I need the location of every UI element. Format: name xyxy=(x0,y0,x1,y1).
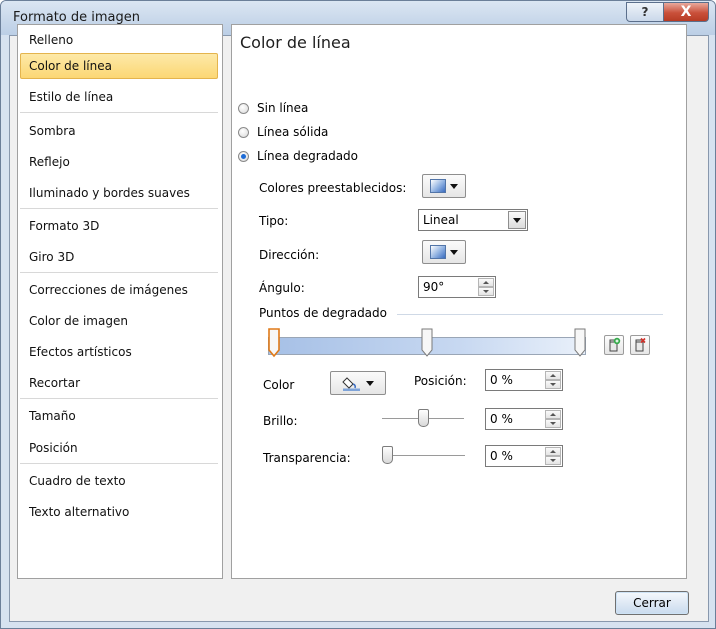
category-sidebar: Relleno Color de línea Estilo de línea S… xyxy=(17,24,223,579)
radio-label: Línea sólida xyxy=(257,125,329,139)
radio-sin-linea[interactable]: Sin línea xyxy=(238,101,308,115)
preset-colors-label: Colores preestablecidos: xyxy=(259,181,407,195)
type-label: Tipo: xyxy=(259,214,289,228)
radio-linea-degradado[interactable]: Línea degradado xyxy=(238,149,358,163)
transparency-slider-thumb[interactable] xyxy=(382,446,393,464)
sidebar-divider xyxy=(20,112,218,113)
close-button[interactable]: Cerrar xyxy=(615,591,689,615)
gradient-stops-label: Puntos de degradado xyxy=(259,306,387,320)
close-icon: X xyxy=(680,4,692,20)
radio-button[interactable] xyxy=(238,102,249,114)
sidebar-item-iluminado[interactable]: Iluminado y bordes suaves xyxy=(20,180,218,206)
sidebar-item-tamano[interactable]: Tamaño xyxy=(20,403,218,429)
sidebar-item-efectos-artisticos[interactable]: Efectos artísticos xyxy=(20,339,218,365)
sidebar-item-correcciones[interactable]: Correcciones de imágenes xyxy=(20,277,218,303)
sidebar-item-reflejo[interactable]: Reflejo xyxy=(20,149,218,175)
remove-gradient-stop-button[interactable] xyxy=(630,335,650,355)
spin-up-icon[interactable] xyxy=(545,447,561,456)
gradient-stop-marker[interactable] xyxy=(421,328,433,357)
position-label: Posición: xyxy=(414,374,467,388)
add-gradient-stop-button[interactable] xyxy=(604,335,624,355)
dialog-window: Formato de imagen ? X Relleno Color de l… xyxy=(0,0,716,629)
spin-down-icon[interactable] xyxy=(545,456,561,465)
position-value: 0 % xyxy=(490,373,513,387)
gradient-stop-marker[interactable] xyxy=(268,328,280,358)
close-window-button[interactable]: X xyxy=(663,2,709,22)
help-button[interactable]: ? xyxy=(626,2,664,22)
remove-stop-icon xyxy=(635,337,646,352)
radio-label: Línea degradado xyxy=(257,149,359,163)
panel-title: Color de línea xyxy=(240,33,351,52)
paint-bucket-icon xyxy=(342,377,360,391)
radio-label: Sin línea xyxy=(257,101,309,115)
chevron-down-icon xyxy=(450,249,458,255)
options-panel: Color de línea Sin línea Línea sólida Lí… xyxy=(231,24,687,579)
spin-up-icon[interactable] xyxy=(545,371,561,380)
direction-button[interactable] xyxy=(422,240,466,264)
brightness-slider-thumb[interactable] xyxy=(418,409,429,427)
transparency-spinner[interactable]: 0 % xyxy=(485,445,563,467)
sidebar-item-relleno[interactable]: Relleno xyxy=(20,27,218,53)
color-label: Color xyxy=(263,378,295,392)
spin-down-icon[interactable] xyxy=(545,419,561,428)
gradient-swatch-icon xyxy=(430,179,446,193)
chevron-down-icon xyxy=(366,380,374,386)
angle-label: Ángulo: xyxy=(259,281,305,295)
sidebar-item-formato-3d[interactable]: Formato 3D xyxy=(20,213,218,239)
spin-down-icon[interactable] xyxy=(478,287,494,296)
spin-up-icon[interactable] xyxy=(478,278,494,287)
spin-down-icon[interactable] xyxy=(545,380,561,389)
sidebar-item-color-de-linea[interactable]: Color de línea xyxy=(20,53,218,79)
chevron-down-icon xyxy=(450,183,458,189)
help-icon: ? xyxy=(641,5,649,19)
dropdown-arrow-icon[interactable] xyxy=(508,211,526,229)
transparency-value: 0 % xyxy=(490,449,513,463)
sidebar-item-estilo-de-linea[interactable]: Estilo de línea xyxy=(20,84,218,110)
stop-color-button[interactable] xyxy=(330,371,386,395)
sidebar-item-color-de-imagen[interactable]: Color de imagen xyxy=(20,308,218,334)
sidebar-divider xyxy=(20,208,218,209)
radio-linea-solida[interactable]: Línea sólida xyxy=(238,125,328,139)
add-stop-icon xyxy=(609,337,621,352)
sidebar-divider xyxy=(20,272,218,273)
type-select[interactable]: Lineal xyxy=(418,209,528,231)
transparency-slider-track[interactable] xyxy=(387,455,465,456)
direction-label: Dirección: xyxy=(259,248,320,262)
sidebar-item-cuadro-de-texto[interactable]: Cuadro de texto xyxy=(20,468,218,494)
sidebar-item-texto-alternativo[interactable]: Texto alternativo xyxy=(20,499,218,525)
spin-up-icon[interactable] xyxy=(545,410,561,419)
sidebar-item-recortar[interactable]: Recortar xyxy=(20,370,218,396)
brightness-label: Brillo: xyxy=(263,414,298,428)
gradient-stops-layer xyxy=(268,328,586,358)
gradient-direction-icon xyxy=(430,245,446,259)
preset-colors-button[interactable] xyxy=(422,174,466,198)
angle-value: 90° xyxy=(423,280,445,294)
sidebar-item-sombra[interactable]: Sombra xyxy=(20,118,218,144)
type-select-value: Lineal xyxy=(423,213,459,227)
brightness-spinner[interactable]: 0 % xyxy=(485,408,563,430)
window-title: Formato de imagen xyxy=(13,10,141,25)
sidebar-divider xyxy=(20,398,218,399)
group-divider xyxy=(397,314,663,315)
radio-button[interactable] xyxy=(238,126,249,138)
transparency-label: Transparencia: xyxy=(263,451,351,465)
gradient-stop-marker[interactable] xyxy=(574,328,586,357)
sidebar-item-posicion[interactable]: Posición xyxy=(20,435,218,461)
angle-spinner[interactable]: 90° xyxy=(418,276,496,298)
brightness-value: 0 % xyxy=(490,412,513,426)
sidebar-divider xyxy=(20,463,218,464)
radio-button[interactable] xyxy=(238,150,249,162)
position-spinner[interactable]: 0 % xyxy=(485,369,563,391)
sidebar-item-giro-3d[interactable]: Giro 3D xyxy=(20,244,218,270)
